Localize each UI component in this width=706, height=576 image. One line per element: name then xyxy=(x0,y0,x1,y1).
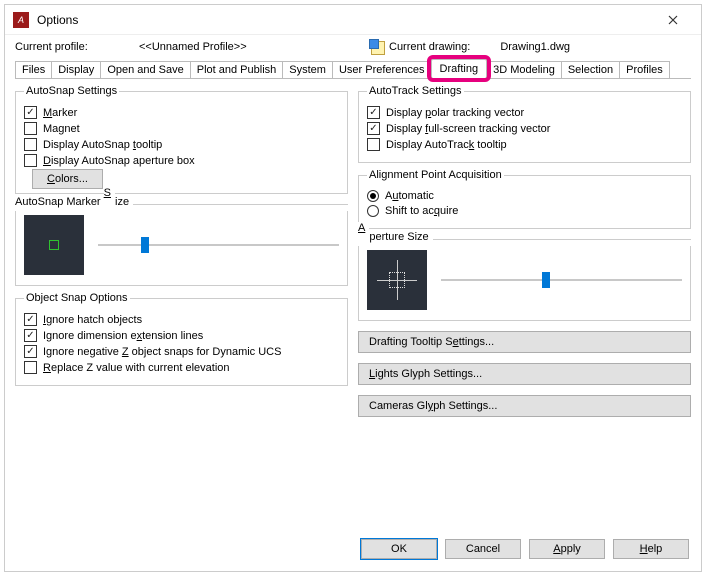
close-button[interactable] xyxy=(653,6,693,34)
replace-z-label: Replace Z value with current elevation xyxy=(43,362,230,374)
fullscreen-tracking-label: Display full-screen tracking vector xyxy=(386,123,550,135)
window-title: Options xyxy=(37,13,653,27)
autotrack-legend: AutoTrack Settings xyxy=(367,85,464,97)
tab-drafting[interactable]: Drafting xyxy=(431,59,488,78)
current-profile-label: Current profile: xyxy=(15,41,139,53)
tab-selection[interactable]: Selection xyxy=(561,61,620,78)
ignore-negz-label: Ignore negative Z object snaps for Dynam… xyxy=(43,346,281,358)
marker-checkbox[interactable] xyxy=(24,106,37,119)
app-icon: A xyxy=(13,12,29,28)
tab-open-and-save[interactable]: Open and Save xyxy=(100,61,190,78)
tab-files[interactable]: Files xyxy=(15,61,52,78)
marker-size-preview xyxy=(24,215,84,275)
current-drawing-label: Current drawing: xyxy=(389,41,470,53)
automatic-radio[interactable] xyxy=(367,190,379,202)
marker-size-slider[interactable] xyxy=(98,235,339,255)
shift-label: Shift to acquire xyxy=(385,205,458,217)
autosnap-tooltip-label: Display AutoSnap tooltip xyxy=(43,139,162,151)
ignore-hatch-label: Ignore hatch objects xyxy=(43,314,142,326)
tab-plot-and-publish[interactable]: Plot and Publish xyxy=(190,61,284,78)
ignore-hatch-checkbox[interactable] xyxy=(24,313,37,326)
autosnap-legend: AutoSnap Settings xyxy=(24,85,119,97)
tab-content: AutoSnap Settings Marker Magnet Display … xyxy=(5,79,701,528)
object-snap-options-group: Object Snap Options Ignore hatch objects… xyxy=(15,292,348,386)
autosnap-tooltip-checkbox[interactable] xyxy=(24,138,37,151)
apply-button[interactable]: Apply xyxy=(529,539,605,559)
ignore-negz-checkbox[interactable] xyxy=(24,345,37,358)
magnet-checkbox[interactable] xyxy=(24,122,37,135)
current-drawing-name: Drawing1.dwg xyxy=(500,41,570,53)
ignore-dim-label: Ignore dimension extension lines xyxy=(43,330,203,342)
alignment-legend: Alignment Point Acquisition xyxy=(367,169,504,181)
ok-button[interactable]: OK xyxy=(361,539,437,559)
colors-button[interactable]: Colors... xyxy=(32,169,103,189)
aperture-size-preview xyxy=(367,250,427,310)
aperture-cross-icon xyxy=(377,260,417,300)
marker-size-thumb[interactable] xyxy=(141,237,149,253)
aperture-size-thumb[interactable] xyxy=(542,272,550,288)
aperture-size-slider[interactable] xyxy=(441,270,682,290)
cancel-button[interactable]: Cancel xyxy=(445,539,521,559)
autosnap-aperture-checkbox[interactable] xyxy=(24,154,37,167)
ignore-dim-checkbox[interactable] xyxy=(24,329,37,342)
titlebar: A Options xyxy=(5,5,701,35)
tab-user-preferences[interactable]: User Preferences xyxy=(332,61,432,78)
marker-square-icon xyxy=(49,240,59,250)
fullscreen-tracking-checkbox[interactable] xyxy=(367,122,380,135)
alignment-group: Alignment Point Acquisition Automatic Sh… xyxy=(358,169,691,229)
tabs: Files Display Open and Save Plot and Pub… xyxy=(15,59,691,79)
magnet-label: Magnet xyxy=(43,123,80,135)
options-dialog: A Options Current profile: <<Unnamed Pro… xyxy=(4,4,702,572)
cameras-glyph-settings-button[interactable]: Cameras Glyph Settings... xyxy=(358,395,691,417)
polar-tracking-label: Display polar tracking vector xyxy=(386,107,524,119)
autotrack-tooltip-label: Display AutoTrack tooltip xyxy=(386,139,507,151)
lights-glyph-settings-button[interactable]: Lights Glyph Settings... xyxy=(358,363,691,385)
autotrack-settings-group: AutoTrack Settings Display polar trackin… xyxy=(358,85,691,163)
polar-tracking-checkbox[interactable] xyxy=(367,106,380,119)
autosnap-aperture-label: Display AutoSnap aperture box xyxy=(43,155,195,167)
current-profile-name: <<Unnamed Profile>> xyxy=(139,41,369,53)
tab-profiles[interactable]: Profiles xyxy=(619,61,670,78)
autosnap-settings-group: AutoSnap Settings Marker Magnet Display … xyxy=(15,85,348,194)
drawing-icon xyxy=(369,39,385,55)
left-column: AutoSnap Settings Marker Magnet Display … xyxy=(15,85,348,528)
tab-system[interactable]: System xyxy=(282,61,333,78)
drafting-tooltip-settings-button[interactable]: Drafting Tooltip Settings... xyxy=(358,331,691,353)
shift-radio[interactable] xyxy=(367,205,379,217)
marker-label: Marker xyxy=(43,107,77,119)
profile-bar: Current profile: <<Unnamed Profile>> Cur… xyxy=(5,35,701,57)
tab-display[interactable]: Display xyxy=(51,61,101,78)
tab-3d-modeling[interactable]: 3D Modeling xyxy=(486,61,562,78)
autotrack-tooltip-checkbox[interactable] xyxy=(367,138,380,151)
close-icon xyxy=(668,15,678,25)
automatic-label: Automatic xyxy=(385,190,434,202)
help-button[interactable]: Help xyxy=(613,539,689,559)
dialog-footer: OK Cancel Apply Help xyxy=(5,528,701,571)
right-column: AutoTrack Settings Display polar trackin… xyxy=(358,85,691,528)
osnap-legend: Object Snap Options xyxy=(24,292,130,304)
replace-z-checkbox[interactable] xyxy=(24,361,37,374)
